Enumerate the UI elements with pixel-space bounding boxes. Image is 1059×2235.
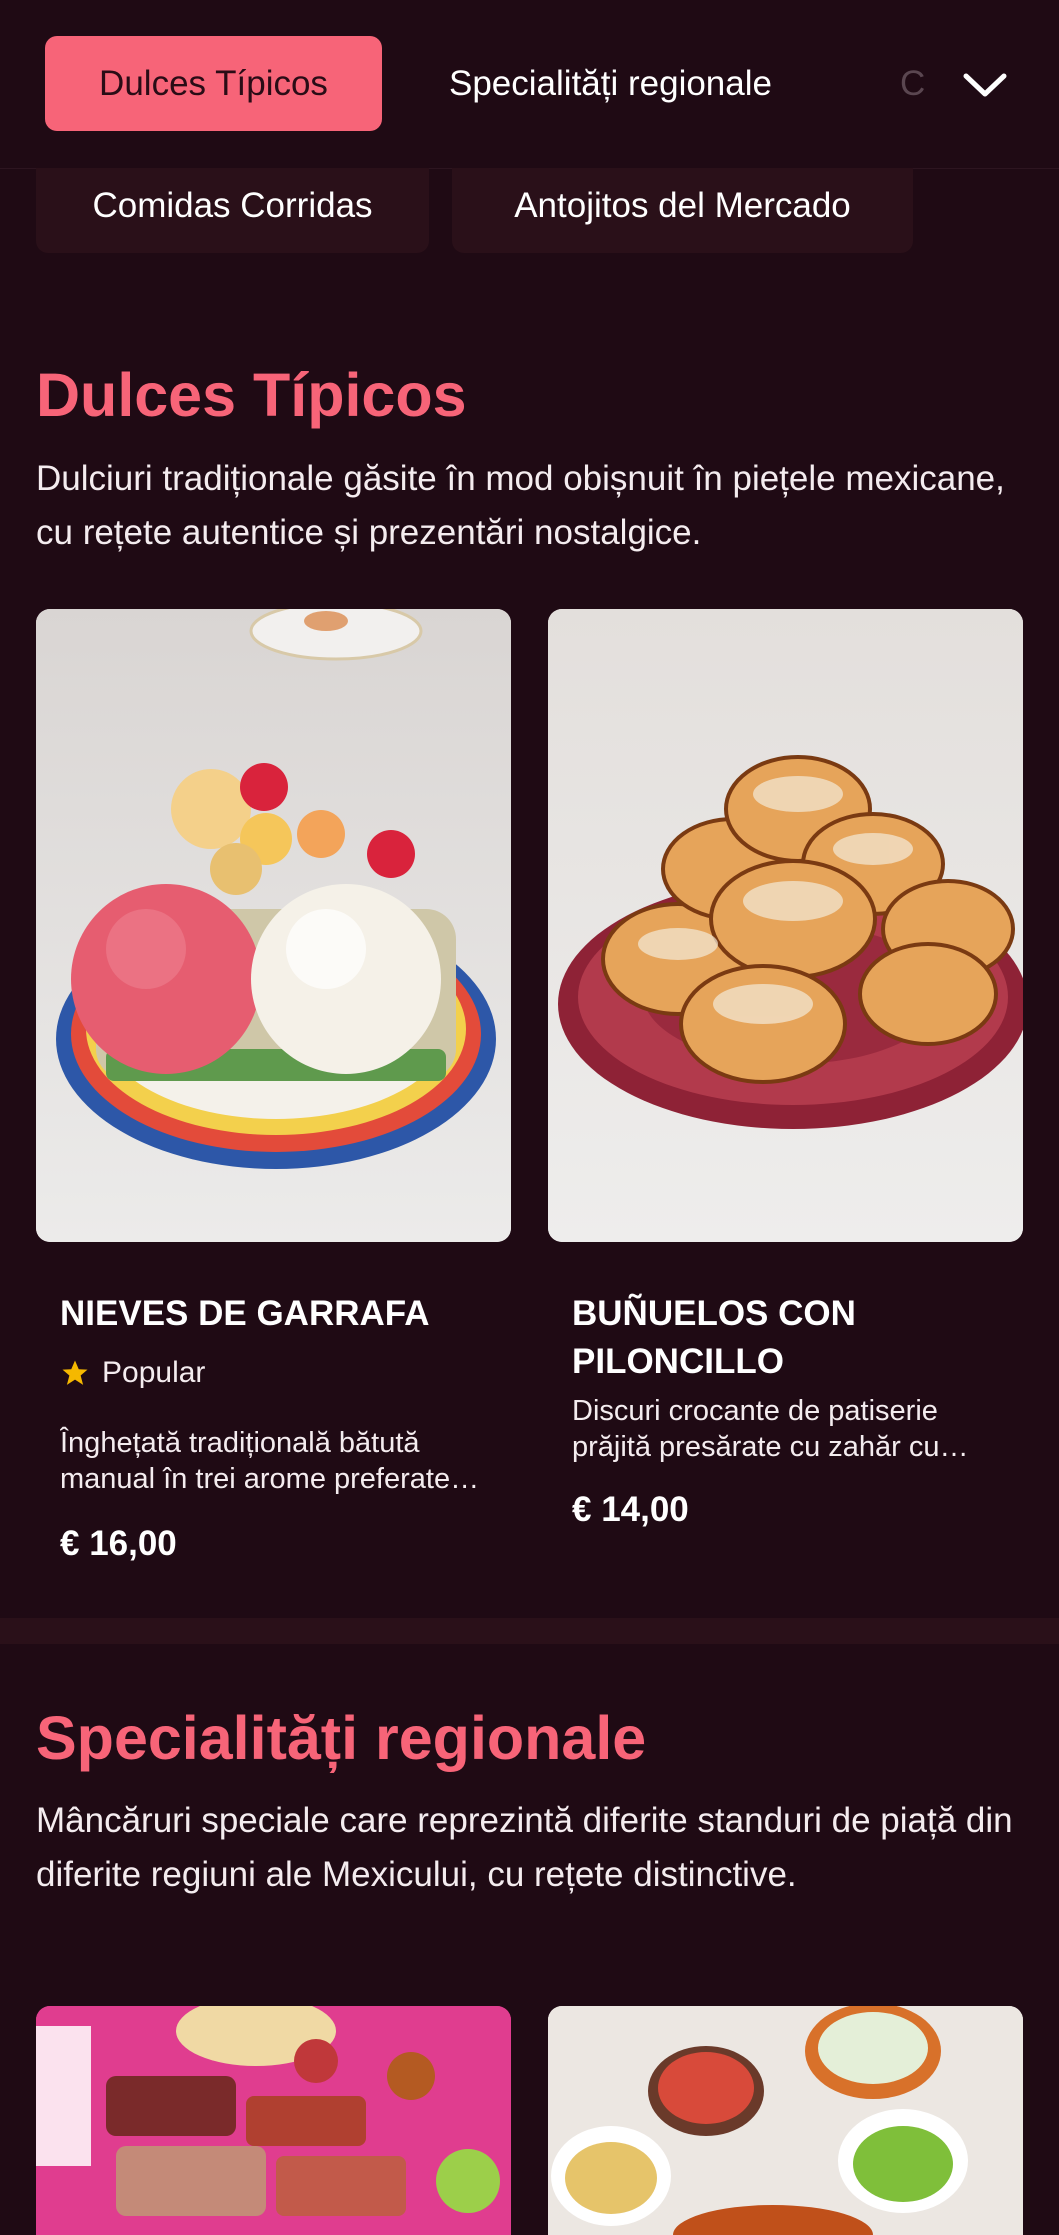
regional-platter-image[interactable]	[36, 2006, 511, 2235]
item-description-bunuelos: Discuri crocante de patiserie prăjită pr…	[572, 1395, 940, 1463]
item-name-bunuelos[interactable]: BUÑUELOS CON PILONCILLO	[572, 1290, 1002, 1386]
item-price-bunuelos: € 14,00	[572, 1490, 689, 1529]
chip-antojitos-del-mercado[interactable]: Antojitos del Mercado	[452, 168, 913, 253]
section-description-dulces: Dulciuri tradiționale găsite în mod obiș…	[36, 459, 1005, 552]
chip-comidas-corridas[interactable]: Comidas Corridas	[36, 168, 429, 253]
tab-specialitati-regionale[interactable]: Specialități regionale	[449, 36, 772, 131]
popular-badge: Popular	[60, 1356, 205, 1390]
regional-salsas-image[interactable]	[548, 2006, 1023, 2235]
section-divider	[0, 1618, 1059, 1644]
star-icon	[62, 1360, 88, 1385]
tab-dulces-tipicos[interactable]: Dulces Típicos	[45, 36, 382, 131]
item-name-nieves[interactable]: NIEVES DE GARRAFA	[60, 1290, 490, 1338]
section-description-specialitati: Mâncăruri speciale care reprezintă difer…	[36, 1801, 1013, 1894]
item-description-nieves: Înghețată tradițională bătută manual în …	[60, 1427, 451, 1495]
section-title-specialitati: Specialități regionale	[36, 1704, 647, 1772]
more-categories-button[interactable]	[950, 50, 1020, 120]
category-chip-row: Comidas Corridas Antojitos del Mercado	[0, 168, 1059, 254]
bunuelos-con-piloncillo-image[interactable]	[548, 609, 1023, 1242]
section-title-dulces: Dulces Típicos	[36, 361, 467, 429]
nieves-de-garrafa-image[interactable]	[36, 609, 511, 1242]
popular-badge-label: Popular	[102, 1356, 206, 1389]
category-tab-bar: Dulces Típicos Specialități regionale C	[0, 0, 1059, 169]
chevron-down-icon	[963, 73, 1007, 97]
item-price-nieves: € 16,00	[60, 1524, 177, 1563]
